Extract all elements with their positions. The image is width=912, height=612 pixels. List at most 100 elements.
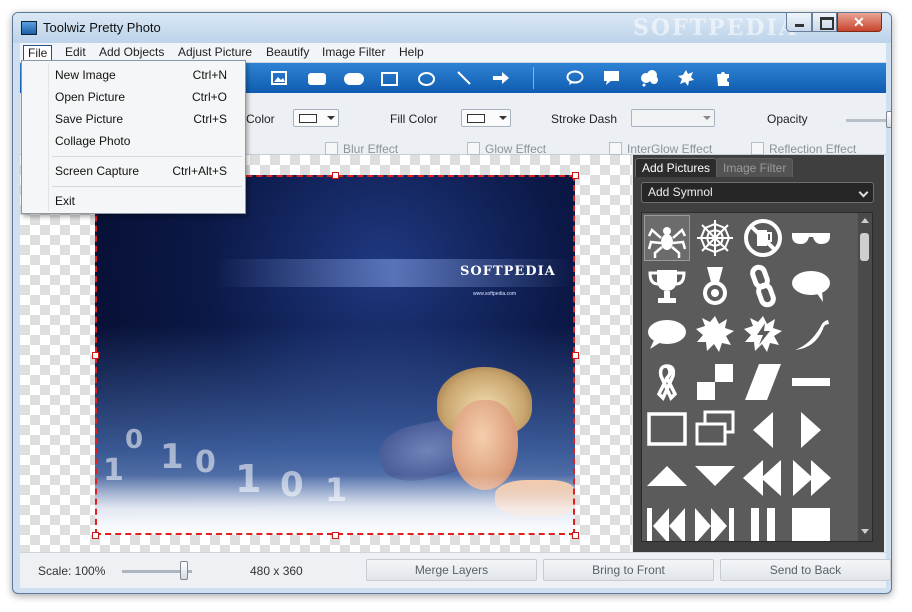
menu-item-exit[interactable]: Exit bbox=[22, 191, 245, 211]
symbol-grid bbox=[641, 212, 873, 542]
stop-icon[interactable] bbox=[789, 504, 833, 541]
arrow-icon[interactable] bbox=[492, 70, 510, 86]
trophy-icon[interactable] bbox=[645, 264, 689, 308]
title-bar[interactable]: Toolwiz Pretty Photo SOFTPEDIA ✕ bbox=[13, 13, 891, 43]
oval-callout-icon[interactable] bbox=[566, 70, 584, 86]
menu-item-open-picture[interactable]: Open Picture Ctrl+O bbox=[22, 87, 245, 107]
app-icon bbox=[21, 21, 37, 35]
image-icon[interactable] bbox=[271, 70, 287, 86]
tab-image-filter[interactable]: Image Filter bbox=[716, 158, 794, 177]
resize-handle[interactable] bbox=[92, 532, 99, 539]
menu-item-screen-capture[interactable]: Screen Capture Ctrl+Alt+S bbox=[22, 161, 245, 181]
burst-lightning-icon[interactable] bbox=[741, 312, 785, 356]
resize-handle[interactable] bbox=[572, 172, 579, 179]
checkbox[interactable] bbox=[467, 142, 480, 155]
effect-label: Glow Effect bbox=[485, 142, 547, 156]
double-rectangle-icon[interactable] bbox=[693, 408, 737, 452]
symbol-panel: Add Pictures Image Filter Add Symnol bbox=[632, 155, 886, 552]
cloud-callout-icon[interactable] bbox=[640, 69, 660, 87]
tab-add-pictures[interactable]: Add Pictures bbox=[635, 158, 718, 177]
symbol-panel-body: Add Pictures Image Filter Add Symnol bbox=[633, 155, 884, 552]
stroke-dash-select[interactable] bbox=[631, 109, 715, 127]
resize-handle[interactable] bbox=[572, 352, 579, 359]
rectangle-icon[interactable] bbox=[381, 72, 398, 86]
ribbon-icon[interactable] bbox=[645, 360, 689, 404]
line-color-label: Color bbox=[246, 112, 275, 126]
checkbox[interactable] bbox=[325, 142, 338, 155]
parallelogram-icon[interactable] bbox=[741, 360, 785, 404]
stroke-dash-label: Stroke Dash bbox=[551, 112, 618, 126]
steps-icon[interactable] bbox=[693, 360, 737, 404]
triangle-up-icon[interactable] bbox=[645, 456, 689, 500]
menu-file[interactable]: File bbox=[23, 45, 53, 61]
rect-callout-icon[interactable] bbox=[603, 70, 621, 86]
menu-edit[interactable]: Edit bbox=[60, 45, 91, 61]
send-to-back-button[interactable]: Send to Back bbox=[720, 559, 891, 581]
double-left-icon[interactable] bbox=[741, 456, 785, 500]
rewind-icon[interactable] bbox=[645, 504, 689, 541]
maximize-button[interactable] bbox=[812, 13, 837, 32]
double-right-icon[interactable] bbox=[789, 456, 833, 500]
menu-separator bbox=[52, 186, 242, 187]
opacity-slider-track[interactable] bbox=[846, 119, 886, 122]
scroll-up-icon[interactable] bbox=[861, 218, 869, 223]
spider-icon[interactable] bbox=[645, 216, 689, 260]
menu-add-objects[interactable]: Add Objects bbox=[94, 45, 169, 61]
close-button[interactable]: ✕ bbox=[837, 13, 882, 32]
triangle-left-icon[interactable] bbox=[741, 408, 785, 452]
checkbox[interactable] bbox=[609, 142, 622, 155]
triangle-down-icon[interactable] bbox=[693, 456, 737, 500]
pause-icon[interactable] bbox=[741, 504, 785, 541]
line-color-picker[interactable] bbox=[293, 109, 339, 127]
resize-handle[interactable] bbox=[92, 352, 99, 359]
fill-color-picker[interactable] bbox=[461, 109, 511, 127]
medal-icon[interactable] bbox=[693, 264, 737, 308]
symbol-category-select[interactable]: Add Symnol bbox=[641, 182, 874, 203]
speech-bubble-icon[interactable] bbox=[645, 312, 689, 356]
no-drinking-icon[interactable] bbox=[741, 216, 785, 260]
opacity-slider-thumb[interactable] bbox=[886, 111, 891, 128]
chain-icon[interactable] bbox=[741, 264, 785, 308]
speech-bubble-icon[interactable] bbox=[789, 264, 833, 308]
rounded-rect-outline-icon[interactable] bbox=[344, 73, 364, 85]
menu-item-label: New Image bbox=[55, 68, 116, 82]
menu-adjust-picture[interactable]: Adjust Picture bbox=[173, 45, 257, 61]
fast-forward-icon[interactable] bbox=[693, 504, 737, 541]
chevron-down-icon bbox=[703, 116, 711, 120]
puzzle-icon[interactable] bbox=[714, 69, 732, 87]
burst-icon[interactable] bbox=[677, 69, 695, 87]
selection-box[interactable] bbox=[95, 175, 575, 535]
menu-item-save-picture[interactable]: Save Picture Ctrl+S bbox=[22, 109, 245, 129]
scroll-thumb[interactable] bbox=[860, 233, 869, 261]
resize-handle[interactable] bbox=[332, 532, 339, 539]
sunglasses-icon[interactable] bbox=[789, 216, 833, 260]
menu-item-shortcut: Ctrl+N bbox=[192, 68, 227, 82]
chili-pepper-icon[interactable] bbox=[789, 312, 833, 356]
menu-image-filter[interactable]: Image Filter bbox=[317, 45, 390, 61]
resize-handle[interactable] bbox=[572, 532, 579, 539]
menu-item-shortcut: Ctrl+Alt+S bbox=[172, 164, 227, 178]
image-dimensions: 480 x 360 bbox=[250, 564, 303, 578]
menu-item-collage-photo[interactable]: Collage Photo bbox=[22, 131, 245, 151]
dash-icon[interactable] bbox=[789, 360, 833, 404]
minimize-button[interactable] bbox=[786, 13, 812, 32]
spiderweb-icon[interactable] bbox=[693, 216, 737, 260]
menu-item-shortcut: Ctrl+O bbox=[191, 90, 227, 104]
resize-handle[interactable] bbox=[332, 172, 339, 179]
bring-to-front-button[interactable]: Bring to Front bbox=[543, 559, 714, 581]
canvas-area[interactable]: SOFTPEDIA www.softpedia.com 0 1 0 1 0 1 … bbox=[20, 155, 632, 552]
merge-layers-button[interactable]: Merge Layers bbox=[366, 559, 537, 581]
scroll-down-icon[interactable] bbox=[861, 529, 869, 534]
burst-icon[interactable] bbox=[693, 312, 737, 356]
scale-slider-thumb[interactable] bbox=[180, 561, 188, 580]
menu-item-new-image[interactable]: New Image Ctrl+N bbox=[22, 65, 245, 85]
line-icon[interactable] bbox=[456, 70, 472, 86]
symbol-grid-scrollbar[interactable] bbox=[858, 213, 872, 541]
menu-help[interactable]: Help bbox=[394, 45, 429, 61]
menu-beautify[interactable]: Beautify bbox=[261, 45, 314, 61]
rounded-rect-icon[interactable] bbox=[308, 73, 326, 85]
triangle-right-icon[interactable] bbox=[789, 408, 833, 452]
checkbox[interactable] bbox=[751, 142, 764, 155]
rectangle-outline-icon[interactable] bbox=[645, 408, 689, 452]
ellipse-icon[interactable] bbox=[418, 72, 435, 86]
